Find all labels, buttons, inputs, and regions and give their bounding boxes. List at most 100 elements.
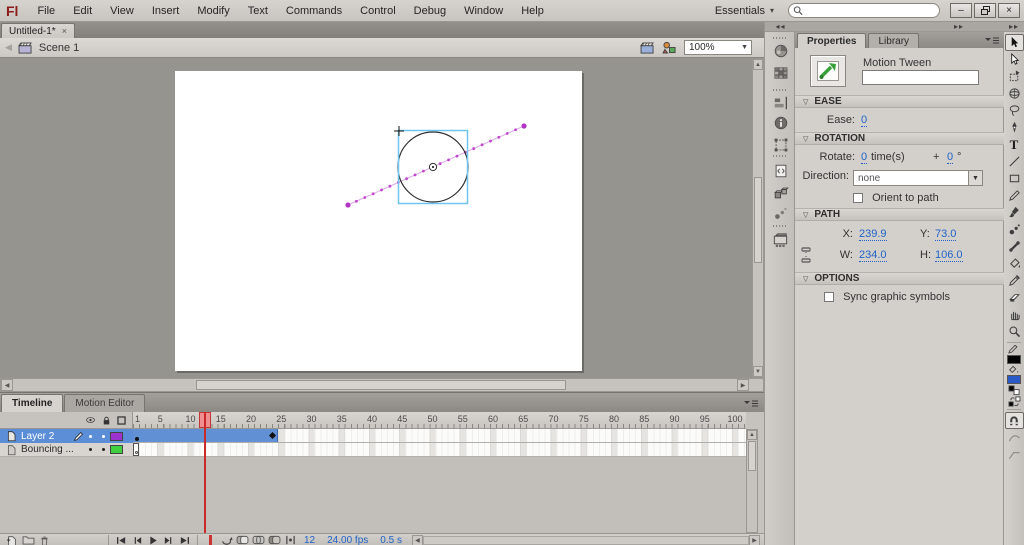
swap-colors-icon[interactable]: [1008, 396, 1021, 407]
lasso-tool[interactable]: [1005, 102, 1024, 119]
frame-ruler[interactable]: 1510152025303540455055606570758085909510…: [133, 412, 746, 429]
go-to-first-frame-button[interactable]: [114, 535, 128, 545]
pasteboard[interactable]: [0, 58, 752, 378]
straighten-option[interactable]: [1005, 446, 1024, 463]
back-arrow-icon[interactable]: ◀: [0, 42, 18, 53]
tab-close-icon[interactable]: ×: [62, 26, 67, 36]
align-panel-icon[interactable]: [769, 93, 792, 112]
components-panel-icon[interactable]: [769, 183, 792, 202]
rotate-count-value[interactable]: 0: [861, 151, 867, 164]
rectangle-tool[interactable]: [1005, 170, 1024, 187]
stage-horizontal-scrollbar[interactable]: ◀ ▶: [0, 378, 764, 392]
restore-button[interactable]: [974, 3, 996, 18]
w-value[interactable]: 234.0: [859, 249, 887, 262]
menu-file[interactable]: File: [28, 5, 64, 17]
modify-markers-button[interactable]: [283, 535, 297, 545]
rotate-angle-value[interactable]: 0: [947, 151, 953, 164]
fill-color-swatch[interactable]: [1007, 375, 1021, 384]
edit-multiple-frames-button[interactable]: [267, 535, 281, 545]
menu-window[interactable]: Window: [455, 5, 512, 17]
panel-menu-icon[interactable]: [985, 37, 999, 45]
zoom-tool[interactable]: [1005, 323, 1024, 340]
delete-layer-button[interactable]: [37, 535, 51, 545]
scroll-down-icon[interactable]: ▼: [753, 366, 763, 377]
search-box[interactable]: [788, 3, 940, 18]
pencil-tool[interactable]: [1005, 187, 1024, 204]
new-folder-button[interactable]: [21, 535, 35, 545]
layer-color-0[interactable]: [110, 432, 123, 441]
tab-motion-editor[interactable]: Motion Editor: [64, 394, 145, 412]
layer-color-1[interactable]: [110, 445, 123, 454]
zoom-level-select[interactable]: 100% ▼: [684, 40, 752, 55]
loop-button[interactable]: [219, 535, 233, 545]
menu-insert[interactable]: Insert: [143, 5, 189, 17]
menu-commands[interactable]: Commands: [277, 5, 351, 17]
menu-modify[interactable]: Modify: [188, 5, 238, 17]
step-back-button[interactable]: [130, 535, 144, 545]
document-tab[interactable]: Untitled-1* ×: [1, 23, 75, 38]
deco-tool[interactable]: [1005, 221, 1024, 238]
layer-lock-dot[interactable]: [102, 448, 105, 451]
transform-panel-icon[interactable]: [769, 135, 792, 154]
frame-row-layer2[interactable]: [133, 429, 746, 443]
frame-rate-value[interactable]: 24.00 fps: [327, 535, 368, 545]
layer-row-layer2[interactable]: Layer 2: [0, 429, 133, 443]
eraser-tool[interactable]: [1005, 289, 1024, 306]
menu-edit[interactable]: Edit: [64, 5, 101, 17]
menu-control[interactable]: Control: [351, 5, 404, 17]
transform-crosshair-icon[interactable]: [394, 126, 404, 136]
section-rotation[interactable]: ▽ROTATION: [795, 132, 1004, 145]
outline-icon[interactable]: [116, 415, 127, 426]
stage-vertical-scrollbar[interactable]: ▲ ▼: [752, 58, 764, 378]
color-panel-icon[interactable]: [769, 41, 792, 60]
timeline-horizontal-scrollbar[interactable]: ◀ ▶: [412, 535, 760, 545]
section-options[interactable]: ▽OPTIONS: [795, 272, 1004, 285]
lock-icon[interactable]: [101, 415, 112, 426]
collapse-to-icons-button[interactable]: ◂◂: [765, 22, 796, 32]
direction-select[interactable]: none ▼: [853, 170, 983, 186]
dock-group-handle[interactable]: [773, 225, 788, 227]
center-frame-button[interactable]: [203, 535, 217, 545]
layer-visible-dot[interactable]: [89, 448, 92, 451]
current-frame-value[interactable]: 12: [304, 535, 315, 545]
paint-bucket-tool[interactable]: [1005, 255, 1024, 272]
panel-menu-icon[interactable]: [744, 400, 758, 408]
stage-vscroll-thumb[interactable]: [754, 177, 762, 263]
brush-tool[interactable]: [1005, 204, 1024, 221]
edit-symbols-icon[interactable]: [662, 41, 677, 54]
layer-lock-dot[interactable]: [102, 435, 105, 438]
menu-help[interactable]: Help: [512, 5, 553, 17]
stage[interactable]: [175, 71, 582, 371]
eyedropper-tool[interactable]: [1005, 272, 1024, 289]
dock-group-handle[interactable]: [773, 37, 788, 39]
layer-row-bouncing[interactable]: Bouncing ...: [0, 443, 133, 457]
menu-view[interactable]: View: [101, 5, 143, 17]
collapse-to-icons-button[interactable]: ▸▸: [1004, 22, 1024, 32]
stage-hscroll-thumb[interactable]: [196, 380, 566, 390]
layer-name[interactable]: Layer 2: [21, 431, 73, 442]
dock-group-handle[interactable]: [773, 89, 788, 91]
bone-tool[interactable]: [1005, 238, 1024, 255]
onion-skin-outlines-button[interactable]: [251, 535, 265, 545]
workspace-switcher[interactable]: Essentials ▾: [709, 5, 780, 17]
timeline-vscroll-thumb[interactable]: [748, 441, 756, 471]
blank-keyframe[interactable]: [133, 443, 139, 456]
step-forward-button[interactable]: [162, 535, 176, 545]
frame-row-bouncing[interactable]: [133, 443, 746, 457]
project-panel-icon[interactable]: [769, 231, 792, 250]
dock-group-handle[interactable]: [773, 155, 788, 157]
section-path[interactable]: ▽PATH: [795, 208, 1004, 221]
h-value[interactable]: 106.0: [935, 249, 963, 262]
smooth-option[interactable]: [1005, 429, 1024, 446]
show-hide-icon[interactable]: [84, 415, 97, 425]
swatches-panel-icon[interactable]: [769, 63, 792, 82]
tab-properties[interactable]: Properties: [797, 33, 866, 48]
black-white-colors-icon[interactable]: [1008, 385, 1021, 396]
search-input[interactable]: [803, 5, 935, 17]
playhead-line[interactable]: [204, 412, 206, 533]
new-layer-button[interactable]: [5, 535, 19, 545]
subselection-tool[interactable]: [1005, 51, 1024, 68]
scroll-up-icon[interactable]: ▲: [747, 430, 757, 440]
hand-tool[interactable]: [1005, 306, 1024, 323]
orient-to-path-checkbox[interactable]: [853, 193, 863, 203]
